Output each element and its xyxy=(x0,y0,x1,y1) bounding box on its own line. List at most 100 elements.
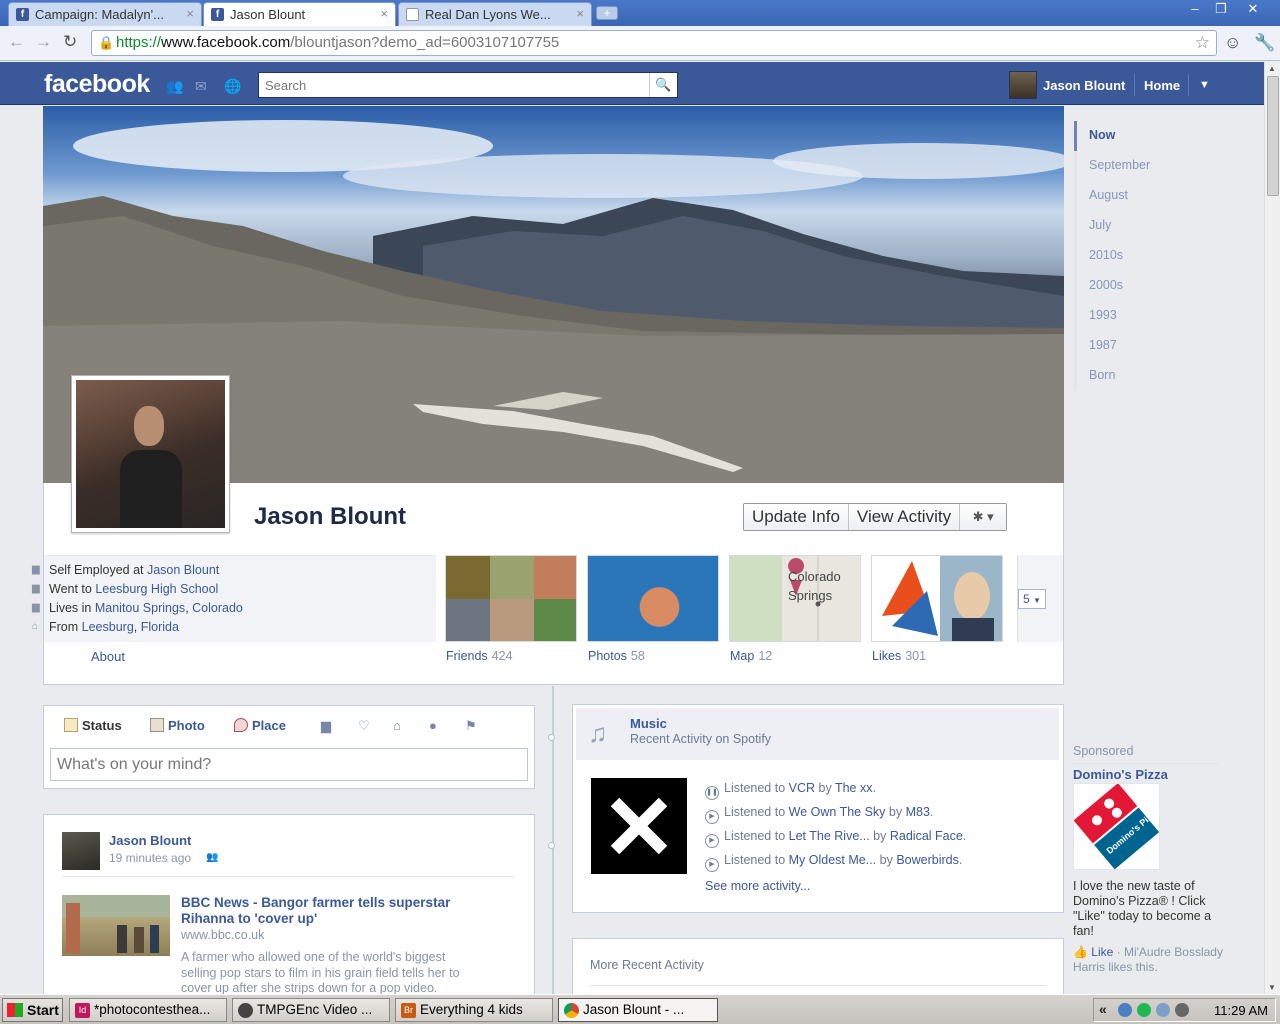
pause-icon[interactable]: ❚❚ xyxy=(705,786,719,800)
taskbar-item-indesign[interactable]: Id *photocontesthea... xyxy=(69,998,227,1022)
facebook-logo[interactable]: facebook xyxy=(44,70,150,99)
search-input[interactable]: Search 🔍 xyxy=(258,72,678,98)
timeline-nav-item[interactable]: July xyxy=(1074,211,1194,241)
scroll-up-arrow-icon[interactable]: ▲ xyxy=(1268,64,1276,73)
timeline-nav-item[interactable]: 2000s xyxy=(1074,271,1194,301)
close-window-icon[interactable]: ✕ xyxy=(1240,0,1266,18)
timeline-nav-item[interactable]: 1993 xyxy=(1074,301,1194,331)
friend-requests-icon[interactable]: 👥 xyxy=(166,78,183,94)
timeline-nav-item[interactable]: 1987 xyxy=(1074,331,1194,361)
avatar[interactable] xyxy=(62,832,100,870)
composer-tab-photo[interactable]: Photo xyxy=(150,718,205,733)
apple-icon[interactable]: ● xyxy=(429,718,437,733)
friends-tile[interactable] xyxy=(445,555,577,642)
ad-title-link[interactable]: Domino's Pizza xyxy=(1073,767,1168,782)
story-author-link[interactable]: Jason Blount xyxy=(109,833,191,848)
reload-icon[interactable]: ↻ xyxy=(63,32,77,52)
ad-image[interactable]: Domino's Pizza xyxy=(1073,783,1161,870)
play-icon[interactable]: ▶ xyxy=(705,834,719,848)
volume-icon[interactable] xyxy=(1175,1003,1189,1017)
info-link[interactable]: Manitou Springs xyxy=(95,601,185,615)
artist-link[interactable]: Bowerbirds xyxy=(896,853,959,867)
info-link[interactable]: Colorado xyxy=(192,601,243,615)
home-link[interactable]: Home xyxy=(1144,78,1180,93)
flag-icon[interactable]: ⚑ xyxy=(465,718,477,734)
back-icon[interactable]: ← xyxy=(8,32,25,52)
search-icon[interactable]: 🔍 xyxy=(649,73,677,97)
display-icon[interactable] xyxy=(1156,1003,1170,1017)
play-icon[interactable]: ▶ xyxy=(705,858,719,872)
browser-tab-3[interactable]: Real Dan Lyons We... × xyxy=(398,2,592,26)
update-info-button[interactable]: Update Info xyxy=(744,504,849,530)
track-link[interactable]: My Oldest Me... xyxy=(789,853,877,867)
close-tab-icon[interactable]: × xyxy=(186,6,194,21)
info-link[interactable]: Leesburg High School xyxy=(95,582,218,596)
thumbs-up-icon[interactable]: 👍 xyxy=(1073,945,1088,959)
story-link-thumbnail[interactable] xyxy=(62,895,170,956)
ad-like-link[interactable]: Like xyxy=(1091,945,1113,959)
likes-app-label[interactable]: Likes 301 xyxy=(872,649,926,663)
taskbar-item-chrome[interactable]: Jason Blount - ... xyxy=(558,998,718,1022)
map-app-label[interactable]: Map 12 xyxy=(730,649,772,663)
gear-icon[interactable]: ✱ ▾ xyxy=(960,504,1007,530)
page-scrollbar[interactable]: ▲ ▼ xyxy=(1264,62,1280,994)
address-bar[interactable]: 🔒 https://www.facebook.com/blountjason?d… xyxy=(91,30,1217,56)
new-tab-button[interactable]: + xyxy=(596,6,618,20)
timeline-nav-item[interactable]: 2010s xyxy=(1074,241,1194,271)
taskbar-item-tmpgenc[interactable]: TMPGEnc Video ... xyxy=(232,998,390,1022)
info-link[interactable]: Leesburg xyxy=(82,620,134,634)
artist-link[interactable]: The xx xyxy=(835,781,873,795)
messages-icon[interactable]: ✉ xyxy=(195,78,212,94)
album-cover-image[interactable] xyxy=(591,778,687,874)
artist-link[interactable]: Radical Face xyxy=(890,829,963,843)
scrollbar-thumb[interactable] xyxy=(1267,76,1279,196)
see-more-activity-link[interactable]: See more activity... xyxy=(705,879,810,893)
play-icon[interactable]: ▶ xyxy=(705,810,719,824)
view-activity-button[interactable]: View Activity xyxy=(848,504,961,530)
more-apps-button[interactable]: 5 ▼ xyxy=(1018,589,1046,609)
network-icon[interactable] xyxy=(1118,1003,1132,1017)
story-link-title[interactable]: BBC News - Bangor farmer tells superstar… xyxy=(181,895,481,927)
briefcase-icon[interactable]: ▆ xyxy=(321,718,331,734)
spotify-icon[interactable] xyxy=(1137,1003,1151,1017)
photos-app-label[interactable]: Photos 58 xyxy=(588,649,645,663)
about-link[interactable]: About xyxy=(91,649,125,664)
friends-app-label[interactable]: Friends 424 xyxy=(446,649,513,663)
timeline-nav-item[interactable]: September xyxy=(1074,151,1194,181)
music-title-link[interactable]: Music xyxy=(630,716,667,731)
timeline-nav-item[interactable]: Born xyxy=(1074,361,1194,391)
map-tile[interactable]: Colorado Springs xyxy=(729,555,861,642)
heart-icon[interactable]: ♡ xyxy=(358,718,370,734)
audience-friends-icon[interactable]: 👥 xyxy=(206,852,218,863)
profile-picture[interactable] xyxy=(71,375,230,533)
track-link[interactable]: VCR xyxy=(789,781,815,795)
likes-tile[interactable] xyxy=(871,555,1003,642)
composer-tab-place[interactable]: Place xyxy=(234,718,286,733)
scroll-down-arrow-icon[interactable]: ▼ xyxy=(1268,983,1276,992)
composer-tab-status[interactable]: Status xyxy=(64,718,122,733)
photos-tile[interactable] xyxy=(587,555,719,642)
browser-tab-2[interactable]: f Jason Blount × xyxy=(203,2,396,26)
wrench-icon[interactable]: 🔧 xyxy=(1254,33,1275,53)
account-menu-chevron-icon[interactable]: ▼ xyxy=(1199,79,1210,91)
browser-tab-1[interactable]: f Campaign: Madalyn'... × xyxy=(8,2,202,26)
extension-icon[interactable]: ☺ xyxy=(1224,33,1241,53)
taskbar-item-bridge[interactable]: Br Everything 4 kids xyxy=(395,998,553,1022)
house-icon[interactable]: ⌂ xyxy=(393,718,401,733)
tray-expand-icon[interactable]: « xyxy=(1099,1001,1107,1017)
restore-icon[interactable]: ❐ xyxy=(1208,0,1234,18)
story-timestamp[interactable]: 19 minutes ago xyxy=(109,851,191,865)
track-link[interactable]: Let The Rive... xyxy=(789,829,870,843)
user-name-link[interactable]: Jason Blount xyxy=(1043,78,1125,93)
artist-link[interactable]: M83 xyxy=(906,805,930,819)
status-input[interactable]: What's on your mind? xyxy=(50,748,528,781)
info-link[interactable]: Florida xyxy=(141,620,179,634)
info-link[interactable]: Jason Blount xyxy=(147,563,219,577)
track-link[interactable]: We Own The Sky xyxy=(789,805,886,819)
notifications-globe-icon[interactable]: 🌐 xyxy=(224,78,241,94)
timeline-nav-item[interactable]: August xyxy=(1074,181,1194,211)
clock[interactable]: 11:29 AM xyxy=(1214,1003,1268,1018)
timeline-nav-item[interactable]: Now xyxy=(1074,121,1194,151)
close-tab-icon[interactable]: × xyxy=(576,6,584,21)
bookmark-star-icon[interactable]: ☆ xyxy=(1195,31,1210,55)
